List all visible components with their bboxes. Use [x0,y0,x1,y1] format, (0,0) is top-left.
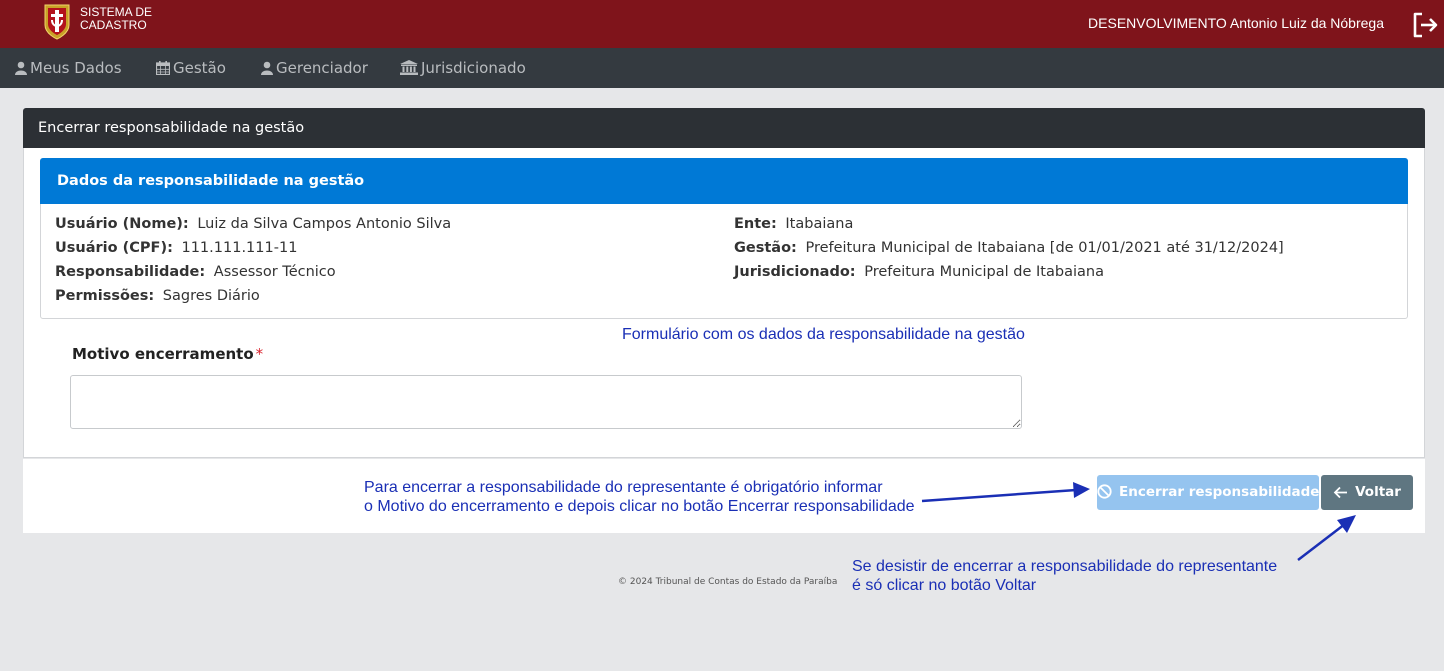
voltar-button[interactable]: Voltar [1321,475,1413,510]
field-usuario-cpf: Usuário (CPF): 111.111.111-11 [55,240,297,256]
voltar-annotation: Se desistir de encerrar a responsabilida… [852,557,1277,595]
form-annotation: Formulário com os dados da responsabilid… [622,326,1025,343]
field-label: Responsabilidade: [55,264,206,280]
field-label: Gestão: [734,240,797,256]
field-label: Jurisdicionado: [734,264,856,280]
nav-item-label: Gestão [173,59,226,77]
voltar-button-label: Voltar [1355,484,1401,500]
arrow-left-icon [1333,486,1348,499]
nav-item-label: Jurisdicionado [421,59,526,77]
nav-item-label: Gerenciador [276,59,368,77]
motivo-label-text: Motivo encerramento [72,345,254,363]
field-label: Ente: [734,216,777,232]
user-name: DESENVOLVIMENTO Antonio Luiz da Nóbrega [1088,15,1384,31]
encerrar-responsabilidade-button[interactable]: Encerrar responsabilidade [1097,475,1319,510]
nav-item-gestao[interactable]: Gestão [156,48,226,88]
field-permissoes: Permissões: Sagres Diário [55,288,260,304]
logout-icon[interactable] [1411,11,1439,39]
motivo-label: Motivo encerramento * [72,345,263,363]
card-title: Encerrar responsabilidade na gestão [23,108,1425,148]
details-card-title: Dados da responsabilidade na gestão [40,158,1408,204]
voltar-annotation-line-2: é só clicar no botão Voltar [852,577,1037,594]
field-value: 111.111.111-11 [181,240,298,256]
encerrar-button-label: Encerrar responsabilidade [1119,484,1320,500]
brand-name: SISTEMA DE CADASTRO [80,6,152,32]
field-ente: Ente: Itabaiana [734,216,853,232]
nav-item-meus-dados[interactable]: Meus Dados [15,48,122,88]
field-value: Assessor Técnico [213,264,336,280]
copyright: © 2024 Tribunal de Contas do Estado da P… [618,577,838,587]
field-value: Itabaiana [785,216,854,232]
crest-logo-icon [44,4,70,40]
field-jurisdicionado: Jurisdicionado: Prefeitura Municipal de … [734,264,1104,280]
bank-icon [400,60,418,75]
field-value: Sagres Diário [162,288,260,304]
encerrar-annotation: Para encerrar a responsabilidade do repr… [364,478,915,516]
encerrar-annotation-line-1: Para encerrar a responsabilidade do repr… [364,479,883,496]
nav-item-gerenciador[interactable]: Gerenciador [261,48,368,88]
top-header: SISTEMA DE CADASTRO DESENVOLVIMENTO Anto… [0,0,1444,48]
motivo-textarea[interactable] [70,375,1022,429]
field-label: Usuário (Nome): [55,216,189,232]
field-responsabilidade: Responsabilidade: Assessor Técnico [55,264,336,280]
user-icon [261,61,273,75]
main-nav: Meus Dados Gestão Gerenciador Jurisdicio… [0,48,1444,88]
ban-icon [1097,484,1112,499]
field-value: Prefeitura Municipal de Itabaiana [de 01… [805,240,1284,256]
user-icon [15,61,27,75]
field-value: Prefeitura Municipal de Itabaiana [864,264,1104,280]
field-value: Luiz da Silva Campos Antonio Silva [197,216,452,232]
brand-line-2: CADASTRO [80,18,147,32]
field-usuario-nome: Usuário (Nome): Luiz da Silva Campos Ant… [55,216,451,232]
nav-item-label: Meus Dados [30,59,122,77]
calendar-icon [156,61,170,75]
encerrar-annotation-line-2: o Motivo do encerramento e depois clicar… [364,498,915,515]
field-label: Permissões: [55,288,155,304]
field-gestao: Gestão: Prefeitura Municipal de Itabaian… [734,240,1284,256]
required-mark: * [255,345,264,363]
voltar-annotation-line-1: Se desistir de encerrar a responsabilida… [852,558,1278,575]
nav-item-jurisdicionado[interactable]: Jurisdicionado [400,48,526,88]
field-label: Usuário (CPF): [55,240,173,256]
